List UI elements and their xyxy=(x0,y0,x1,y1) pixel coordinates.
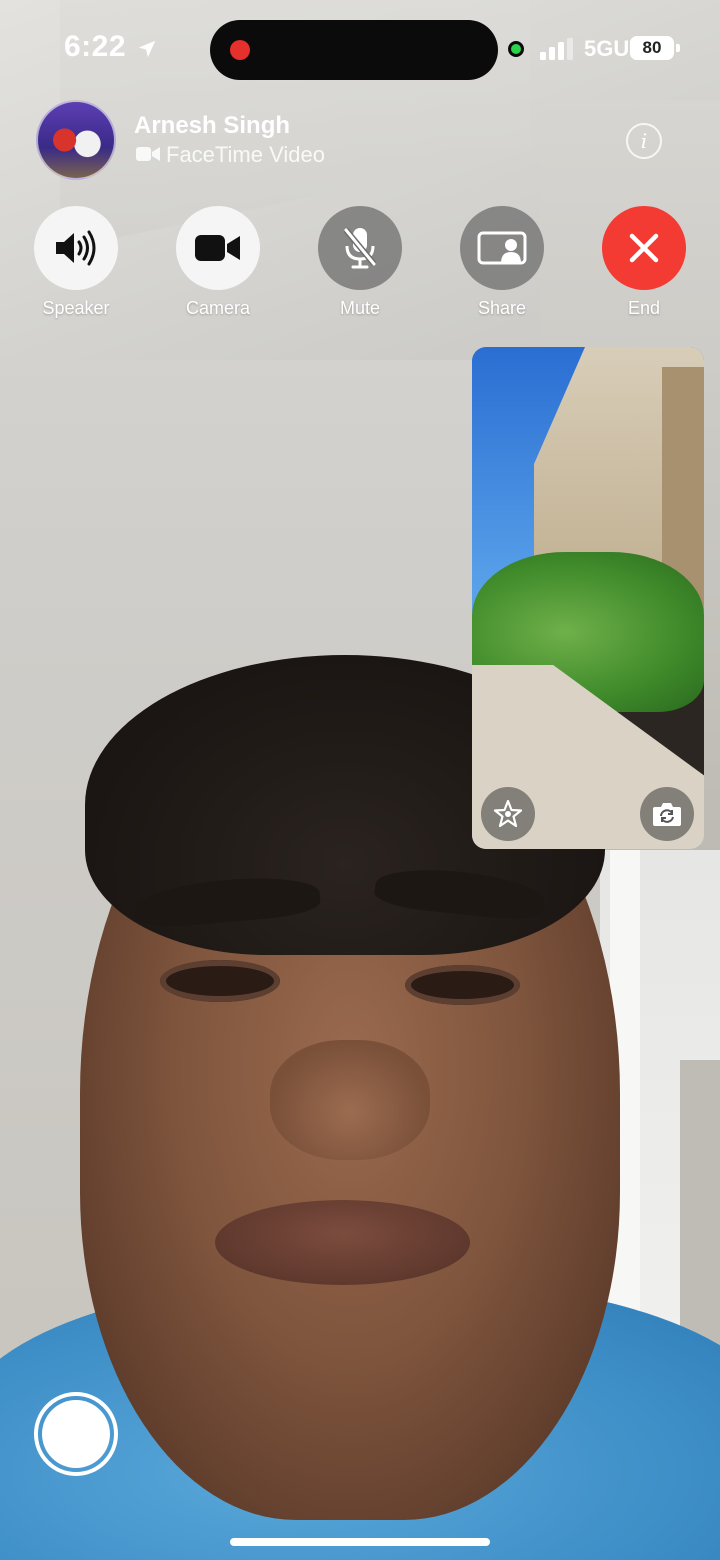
lips xyxy=(215,1200,470,1285)
share-screen-icon xyxy=(477,231,527,265)
end-control[interactable]: End xyxy=(601,206,687,319)
camera-in-use-dot-icon xyxy=(508,41,524,57)
mute-label: Mute xyxy=(339,298,381,318)
recording-dot-icon xyxy=(230,40,250,60)
share-button[interactable] xyxy=(460,206,544,290)
battery-cap xyxy=(676,44,680,52)
flip-camera-icon xyxy=(653,803,681,826)
end-label: End xyxy=(627,298,661,318)
share-label: Share xyxy=(477,298,527,318)
camera-button[interactable] xyxy=(176,206,260,290)
self-view-pip[interactable] xyxy=(472,347,704,849)
shutter-inner xyxy=(42,1400,110,1468)
info-button[interactable]: i xyxy=(626,123,662,159)
caller-avatar[interactable] xyxy=(36,100,116,180)
call-type-label: FaceTime Video xyxy=(166,142,325,167)
location-arrow-icon xyxy=(138,40,156,58)
caller-name: Arnesh Singh xyxy=(134,112,291,139)
end-call-button[interactable] xyxy=(602,206,686,290)
speaker-label: Speaker xyxy=(42,298,110,318)
mute-button[interactable] xyxy=(318,206,402,290)
effects-star-icon xyxy=(493,799,523,828)
home-indicator[interactable] xyxy=(230,1538,490,1546)
mute-control[interactable]: Mute xyxy=(317,206,403,319)
cellular-signal-icon xyxy=(540,38,573,60)
speaker-icon xyxy=(56,230,96,266)
right-eye xyxy=(405,965,520,1005)
status-time: 6:22 xyxy=(64,30,127,63)
video-camera-icon xyxy=(195,235,240,261)
left-eye xyxy=(160,960,280,1002)
close-icon xyxy=(629,233,659,263)
mic-off-icon xyxy=(343,228,377,269)
effects-button[interactable] xyxy=(481,787,535,841)
speaker-button[interactable] xyxy=(34,206,118,290)
battery-icon: 80 xyxy=(630,36,674,60)
share-control[interactable]: Share xyxy=(459,206,545,319)
capture-live-photo-button[interactable] xyxy=(34,1392,118,1476)
flip-camera-button[interactable] xyxy=(640,787,694,841)
camera-control[interactable]: Camera xyxy=(175,206,261,319)
nose xyxy=(270,1040,430,1160)
speaker-control[interactable]: Speaker xyxy=(33,206,119,319)
battery-percent: 80 xyxy=(642,38,662,57)
dynamic-island[interactable] xyxy=(210,20,498,80)
video-camera-small-icon xyxy=(136,147,160,161)
status-bar: 6:22 5GUC 80 xyxy=(0,0,720,100)
camera-label: Camera xyxy=(185,298,251,318)
